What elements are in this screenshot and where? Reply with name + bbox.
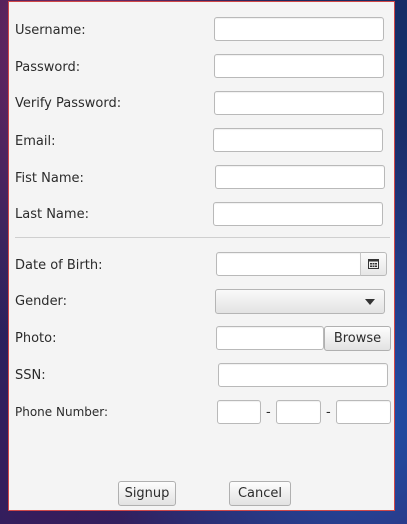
phone-separator-1: - [266,405,271,420]
signup-button[interactable]: Signup [118,481,176,506]
ssn-label: SSN: [15,368,46,383]
date-picker-button[interactable] [360,252,387,276]
calendar-icon [368,259,379,269]
dob-input[interactable] [216,252,361,276]
last-name-input[interactable] [213,202,383,226]
chevron-down-icon [365,299,375,305]
username-label: Username: [15,23,86,38]
gender-label: Gender: [15,294,68,309]
phone-prefix-input[interactable] [276,400,321,424]
phone-area-input[interactable] [217,400,261,424]
gender-select[interactable] [215,289,385,314]
email-label: Email: [15,134,56,149]
section-divider [15,237,390,238]
dob-label: Date of Birth: [15,258,103,273]
email-input[interactable] [213,128,383,152]
photo-label: Photo: [15,331,57,346]
last-name-label: Last Name: [15,207,89,222]
verify-password-input[interactable] [214,91,384,115]
signup-form-panel: Username: Password: Verify Password: Ema… [8,1,395,511]
browse-button[interactable]: Browse [324,326,391,351]
cancel-button[interactable]: Cancel [229,481,291,506]
first-name-label: Fist Name: [15,171,84,186]
password-input[interactable] [214,54,384,78]
verify-password-label: Verify Password: [15,96,122,111]
ssn-input[interactable] [218,363,388,387]
photo-path-input[interactable] [216,326,324,350]
phone-label: Phone Number: [15,405,109,419]
password-label: Password: [15,60,81,75]
phone-separator-2: - [326,405,331,420]
first-name-input[interactable] [215,165,385,189]
username-input[interactable] [214,17,384,41]
phone-line-input[interactable] [336,400,391,424]
